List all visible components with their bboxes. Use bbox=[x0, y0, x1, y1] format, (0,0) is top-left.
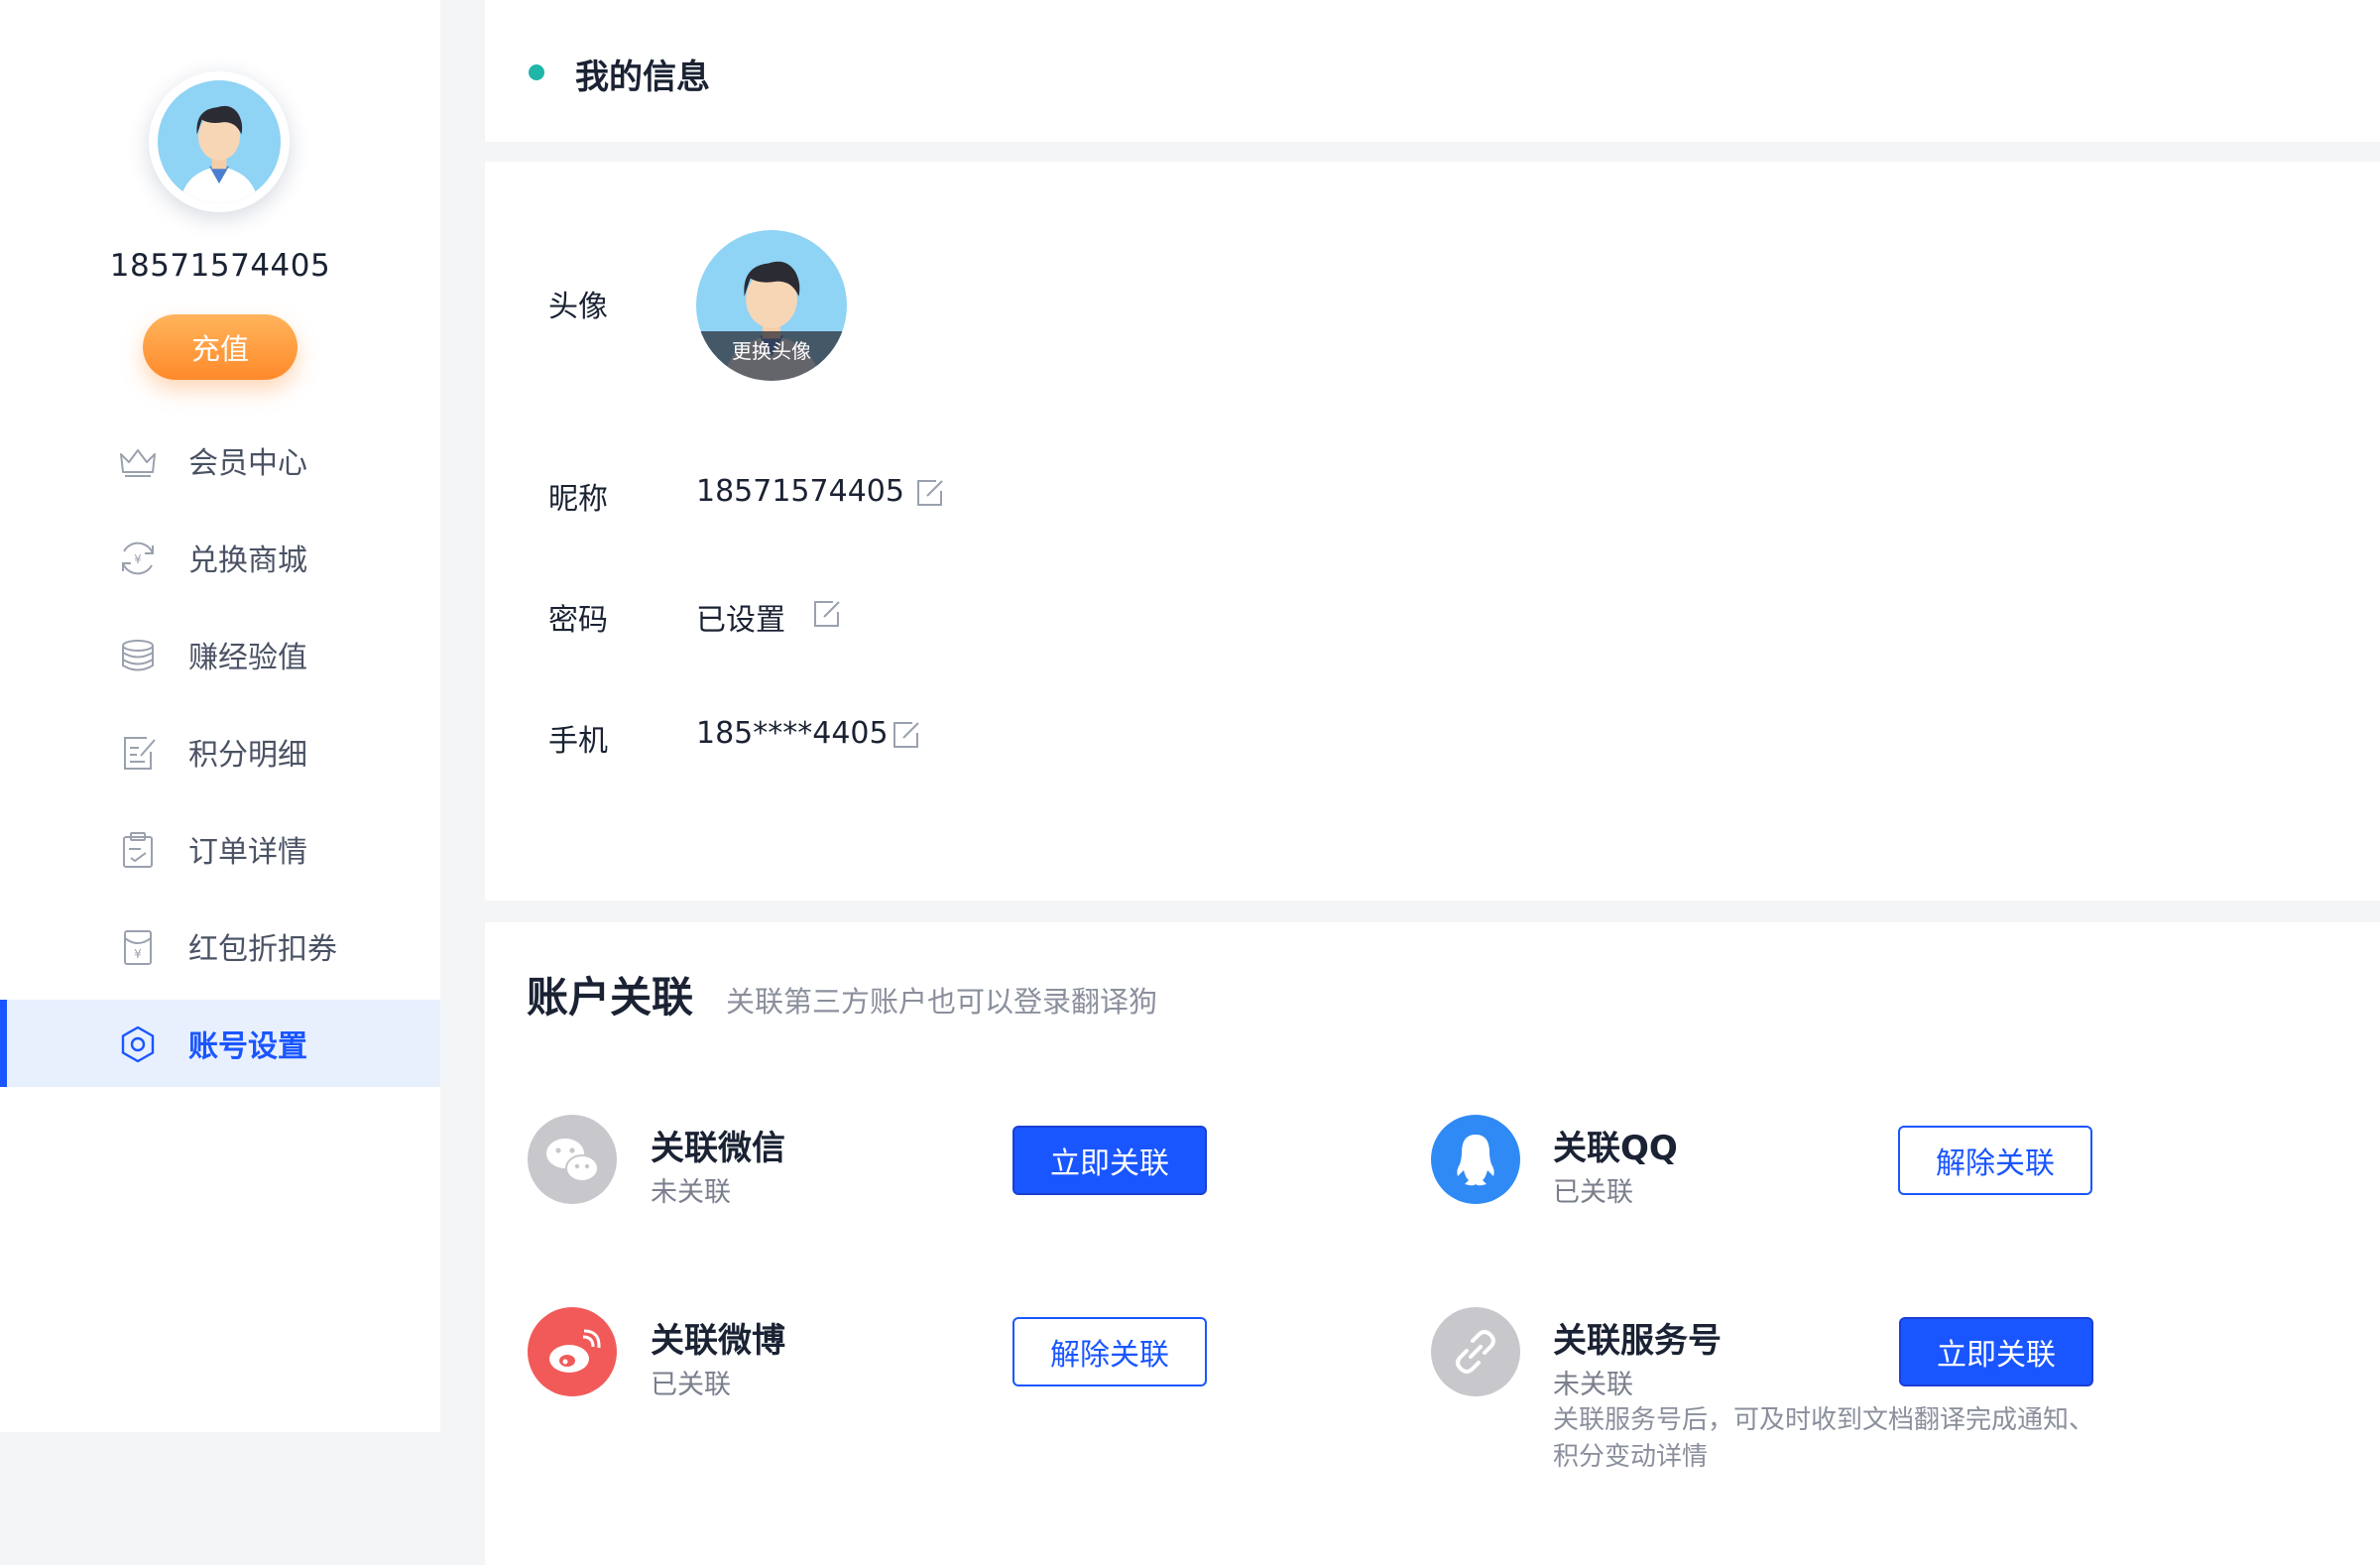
red-packet-icon: ¥ bbox=[117, 926, 159, 968]
svg-text:¥: ¥ bbox=[134, 947, 142, 961]
unlink-weibo-button[interactable]: 解除关联 bbox=[1012, 1317, 1207, 1386]
account-link-title: 账户关联 bbox=[527, 973, 694, 1022]
sidebar-item-label: 赚经验值 bbox=[188, 641, 307, 675]
sidebar-item-label: 红包折扣券 bbox=[188, 932, 337, 967]
phone-label: 手机 bbox=[548, 724, 608, 759]
sidebar-item-label: 账号设置 bbox=[188, 1029, 307, 1064]
nickname-label: 昵称 bbox=[548, 482, 608, 517]
sidebar-item-label: 会员中心 bbox=[188, 446, 307, 481]
qq-icon bbox=[1431, 1115, 1520, 1204]
edit-phone-icon[interactable] bbox=[891, 720, 920, 750]
avatar-image bbox=[158, 80, 281, 203]
settings-hexagon-icon bbox=[117, 1023, 159, 1065]
sidebar-item-label: 兑换商城 bbox=[188, 543, 307, 578]
link-service-account-button[interactable]: 立即关联 bbox=[1899, 1317, 2093, 1386]
phone-value: 185****4405 bbox=[696, 716, 889, 751]
change-avatar-label[interactable]: 更换头像 bbox=[696, 331, 847, 381]
qq-name: 关联QQ bbox=[1553, 1129, 1678, 1168]
edit-password-icon[interactable] bbox=[811, 599, 841, 629]
sidebar: 18571574405 充值 会员中心 ¥ 兑换商城 赚经验值 积分明细 订单详… bbox=[0, 0, 440, 1432]
crown-icon bbox=[117, 440, 159, 482]
unlink-qq-button[interactable]: 解除关联 bbox=[1898, 1126, 2092, 1195]
sidebar-item-label: 订单详情 bbox=[188, 835, 307, 870]
sidebar-item-exchange-mall[interactable]: ¥ 兑换商城 bbox=[0, 514, 440, 601]
sidebar-item-member-center[interactable]: 会员中心 bbox=[0, 417, 440, 504]
sidebar-item-points-detail[interactable]: 积分明细 bbox=[0, 708, 440, 795]
service-account-note-line1: 关联服务号后，可及时收到文档翻译完成通知、 bbox=[1553, 1405, 2095, 1435]
nickname-value: 18571574405 bbox=[696, 474, 904, 509]
profile-avatar[interactable]: 更换头像 bbox=[696, 230, 847, 381]
wechat-name: 关联微信 bbox=[651, 1129, 785, 1168]
qq-status: 已关联 bbox=[1553, 1177, 1633, 1208]
recharge-button[interactable]: 充值 bbox=[143, 314, 298, 380]
header-card bbox=[485, 0, 2380, 142]
exchange-icon: ¥ bbox=[117, 538, 159, 579]
weibo-status: 已关联 bbox=[651, 1370, 731, 1400]
service-account-note: 关联服务号后，可及时收到文档翻译完成通知、 积分变动详情 bbox=[1553, 1402, 2128, 1476]
database-icon bbox=[117, 635, 159, 676]
link-wechat-button[interactable]: 立即关联 bbox=[1012, 1126, 1207, 1195]
password-label: 密码 bbox=[548, 603, 608, 638]
page-title: 我的信息 bbox=[575, 58, 710, 97]
svg-text:¥: ¥ bbox=[134, 552, 142, 566]
sidebar-item-account-settings[interactable]: 账号设置 bbox=[0, 1000, 440, 1087]
sidebar-item-coupons[interactable]: ¥ 红包折扣券 bbox=[0, 903, 440, 990]
weibo-icon bbox=[528, 1307, 617, 1396]
service-account-name: 关联服务号 bbox=[1553, 1321, 1722, 1361]
clipboard-icon bbox=[117, 829, 159, 871]
wechat-icon bbox=[528, 1115, 617, 1204]
wechat-status: 未关联 bbox=[651, 1177, 731, 1208]
document-edit-icon bbox=[117, 732, 159, 774]
edit-nickname-icon[interactable] bbox=[914, 478, 944, 508]
sidebar-avatar[interactable] bbox=[149, 71, 290, 212]
service-account-status: 未关联 bbox=[1553, 1370, 1633, 1400]
sidebar-menu: 会员中心 ¥ 兑换商城 赚经验值 积分明细 订单详情 ¥ 红包折扣券 账号设置 bbox=[0, 417, 440, 1097]
avatar-label: 头像 bbox=[548, 290, 608, 324]
sidebar-item-label: 积分明细 bbox=[188, 738, 307, 773]
sidebar-username: 18571574405 bbox=[109, 248, 331, 284]
link-icon bbox=[1431, 1307, 1520, 1396]
header-dot bbox=[529, 64, 544, 80]
password-value: 已设置 bbox=[696, 603, 785, 638]
sidebar-item-order-detail[interactable]: 订单详情 bbox=[0, 805, 440, 893]
weibo-name: 关联微博 bbox=[651, 1321, 785, 1361]
sidebar-item-earn-exp[interactable]: 赚经验值 bbox=[0, 611, 440, 698]
page-root: 18571574405 充值 会员中心 ¥ 兑换商城 赚经验值 积分明细 订单详… bbox=[0, 0, 2380, 1565]
service-account-note-line2: 积分变动详情 bbox=[1553, 1442, 1709, 1472]
account-link-subtitle: 关联第三方账户也可以登录翻译狗 bbox=[726, 985, 1158, 1019]
